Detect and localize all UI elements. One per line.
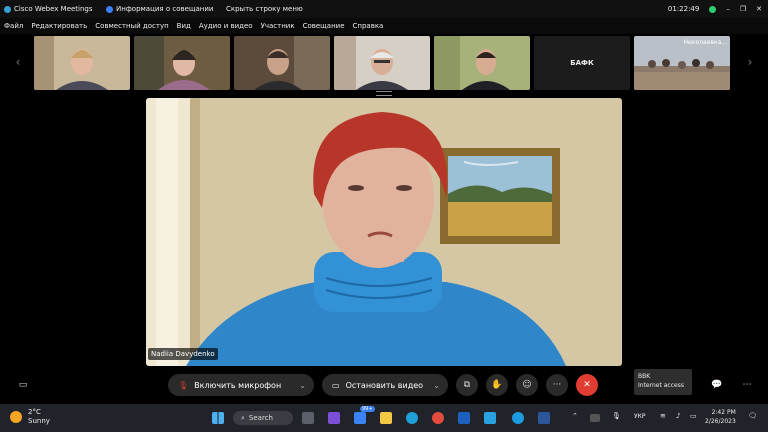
menu-item-share[interactable]: Совместный доступ xyxy=(95,22,168,30)
task-view-icon[interactable] xyxy=(302,412,314,424)
participant-video xyxy=(434,36,530,90)
end-call-icon: ✕ xyxy=(583,380,591,390)
windows-taskbar: 2°C Sunny ⌕ Search 99+ ⌃ 🎙 УКР ≋ ♪ ▭ 2:4… xyxy=(0,404,768,432)
participant-thumb[interactable] xyxy=(434,36,530,90)
participant-thumb[interactable]: БАФК xyxy=(534,36,630,90)
weather-condition: Sunny xyxy=(28,417,50,425)
clock-date: 2/26/2023 xyxy=(705,418,736,425)
resize-handle[interactable] xyxy=(376,91,392,96)
more-options-button[interactable]: ··· xyxy=(546,374,568,396)
participant-thumb[interactable] xyxy=(34,36,130,90)
menu-item-audio-video[interactable]: Аудио и видео xyxy=(199,22,253,30)
speaker-video-frame xyxy=(146,98,622,366)
mute-button[interactable]: 🎙 Включить микрофон ⌄ xyxy=(168,374,314,396)
mic-tray-icon[interactable]: 🎙 xyxy=(612,412,621,420)
network-tooltip: BBK Internet access xyxy=(634,369,692,395)
teams-chat-icon[interactable] xyxy=(328,412,340,424)
meeting-info-button[interactable]: Информация о совещании xyxy=(106,5,226,13)
raise-hand-icon[interactable]: ✋ xyxy=(486,374,508,396)
windows-start-icon[interactable] xyxy=(212,412,224,424)
hide-menu-label: Скрыть строку меню xyxy=(226,5,303,13)
minimize-icon[interactable]: – xyxy=(726,5,730,13)
participant-label: БАФК xyxy=(570,59,594,67)
webex-logo-icon xyxy=(4,5,11,13)
app-icon[interactable] xyxy=(458,412,470,424)
weather-sun-icon xyxy=(10,411,22,423)
chat-icon[interactable]: 💬 xyxy=(706,374,728,396)
menu-item-file[interactable]: Файл xyxy=(4,22,23,30)
weather-widget[interactable]: 2°C Sunny xyxy=(28,408,50,426)
file-explorer-icon[interactable] xyxy=(380,412,392,424)
language-indicator[interactable]: УКР xyxy=(634,413,646,420)
meeting-timer: 01:22:49 xyxy=(667,5,700,13)
app-title-group: Cisco Webex Meetings xyxy=(0,5,106,13)
search-label: Search xyxy=(248,414,273,422)
chevron-down-icon[interactable]: ⌄ xyxy=(299,381,306,390)
battery-icon[interactable]: ▭ xyxy=(690,412,697,420)
meeting-info-label: Информация о совещании xyxy=(116,5,214,13)
participant-video xyxy=(34,36,130,90)
participant-thumb[interactable] xyxy=(334,36,430,90)
menu-bar: Файл Редактировать Совместный доступ Вид… xyxy=(0,18,768,34)
app-title: Cisco Webex Meetings xyxy=(14,5,93,13)
participant-strip: БАФК Николаевка... xyxy=(34,36,734,90)
tooltip-subtitle: Internet access xyxy=(638,382,684,389)
taskbar-search[interactable]: ⌕ Search xyxy=(233,411,293,425)
tray-app-icon[interactable] xyxy=(590,414,600,422)
connection-status-icon xyxy=(709,5,717,13)
notifications-icon[interactable]: 🗨 xyxy=(748,412,757,420)
more-panels-icon[interactable]: ⋯ xyxy=(736,374,758,396)
menu-item-participant[interactable]: Участник xyxy=(261,22,295,30)
telegram-icon[interactable] xyxy=(484,412,496,424)
word-icon[interactable] xyxy=(538,412,550,424)
chevron-up-icon[interactable]: ⌃ xyxy=(572,412,578,420)
participant-thumb[interactable]: Николаевка... xyxy=(634,36,730,90)
mic-muted-icon: 🎙 xyxy=(178,380,189,390)
menu-item-edit[interactable]: Редактировать xyxy=(31,22,87,30)
video-label: Остановить видео xyxy=(345,380,424,390)
volume-icon[interactable]: ♪ xyxy=(676,412,680,420)
clock-time: 2:42 PM xyxy=(711,409,736,416)
maximize-icon[interactable]: ❐ xyxy=(740,5,746,13)
speaker-name-tag: Nadiia Davydenko xyxy=(148,348,218,360)
mute-label: Включить микрофон xyxy=(194,380,282,390)
captions-icon[interactable]: ▭ xyxy=(12,374,34,396)
camera-icon: ▭ xyxy=(332,380,340,390)
tooltip-title: BBK xyxy=(638,373,651,380)
active-speaker-video xyxy=(146,98,622,366)
info-icon xyxy=(106,5,113,13)
share-icon[interactable]: ⧉ xyxy=(456,374,478,396)
participant-video xyxy=(134,36,230,90)
edge-icon[interactable] xyxy=(406,412,418,424)
thumbs-prev-icon[interactable]: ‹ xyxy=(12,55,24,69)
participant-thumb[interactable] xyxy=(234,36,330,90)
chevron-down-icon[interactable]: ⌄ xyxy=(433,381,440,390)
participant-video xyxy=(334,36,430,90)
close-icon[interactable]: ✕ xyxy=(756,5,762,13)
end-meeting-button[interactable]: ✕ xyxy=(576,374,598,396)
hide-menu-button[interactable]: Скрыть строку меню xyxy=(226,5,326,13)
participant-label: Николаевка... xyxy=(683,39,727,46)
mail-icon[interactable] xyxy=(354,412,366,424)
more-icon: ··· xyxy=(552,380,562,390)
chrome-icon[interactable] xyxy=(432,412,444,424)
webex-taskbar-icon[interactable] xyxy=(512,412,524,424)
thumbs-next-icon[interactable]: › xyxy=(744,55,756,69)
video-button[interactable]: ▭ Остановить видео ⌄ xyxy=(322,374,448,396)
temperature: 2°C xyxy=(28,408,41,416)
menu-item-help[interactable]: Справка xyxy=(353,22,384,30)
title-bar: Cisco Webex Meetings Информация о совеща… xyxy=(0,0,768,18)
notification-badge: 99+ xyxy=(360,406,375,412)
window-controls: 01:22:49 – ❐ ✕ xyxy=(668,0,762,18)
wifi-icon[interactable]: ≋ xyxy=(660,412,666,420)
participant-thumb[interactable] xyxy=(134,36,230,90)
participant-video xyxy=(234,36,330,90)
menu-item-view[interactable]: Вид xyxy=(177,22,191,30)
search-icon: ⌕ xyxy=(241,413,245,422)
reactions-icon[interactable]: ☺ xyxy=(516,374,538,396)
menu-item-meeting[interactable]: Совещание xyxy=(303,22,345,30)
clock[interactable]: 2:42 PM 2/26/2023 xyxy=(705,408,736,426)
